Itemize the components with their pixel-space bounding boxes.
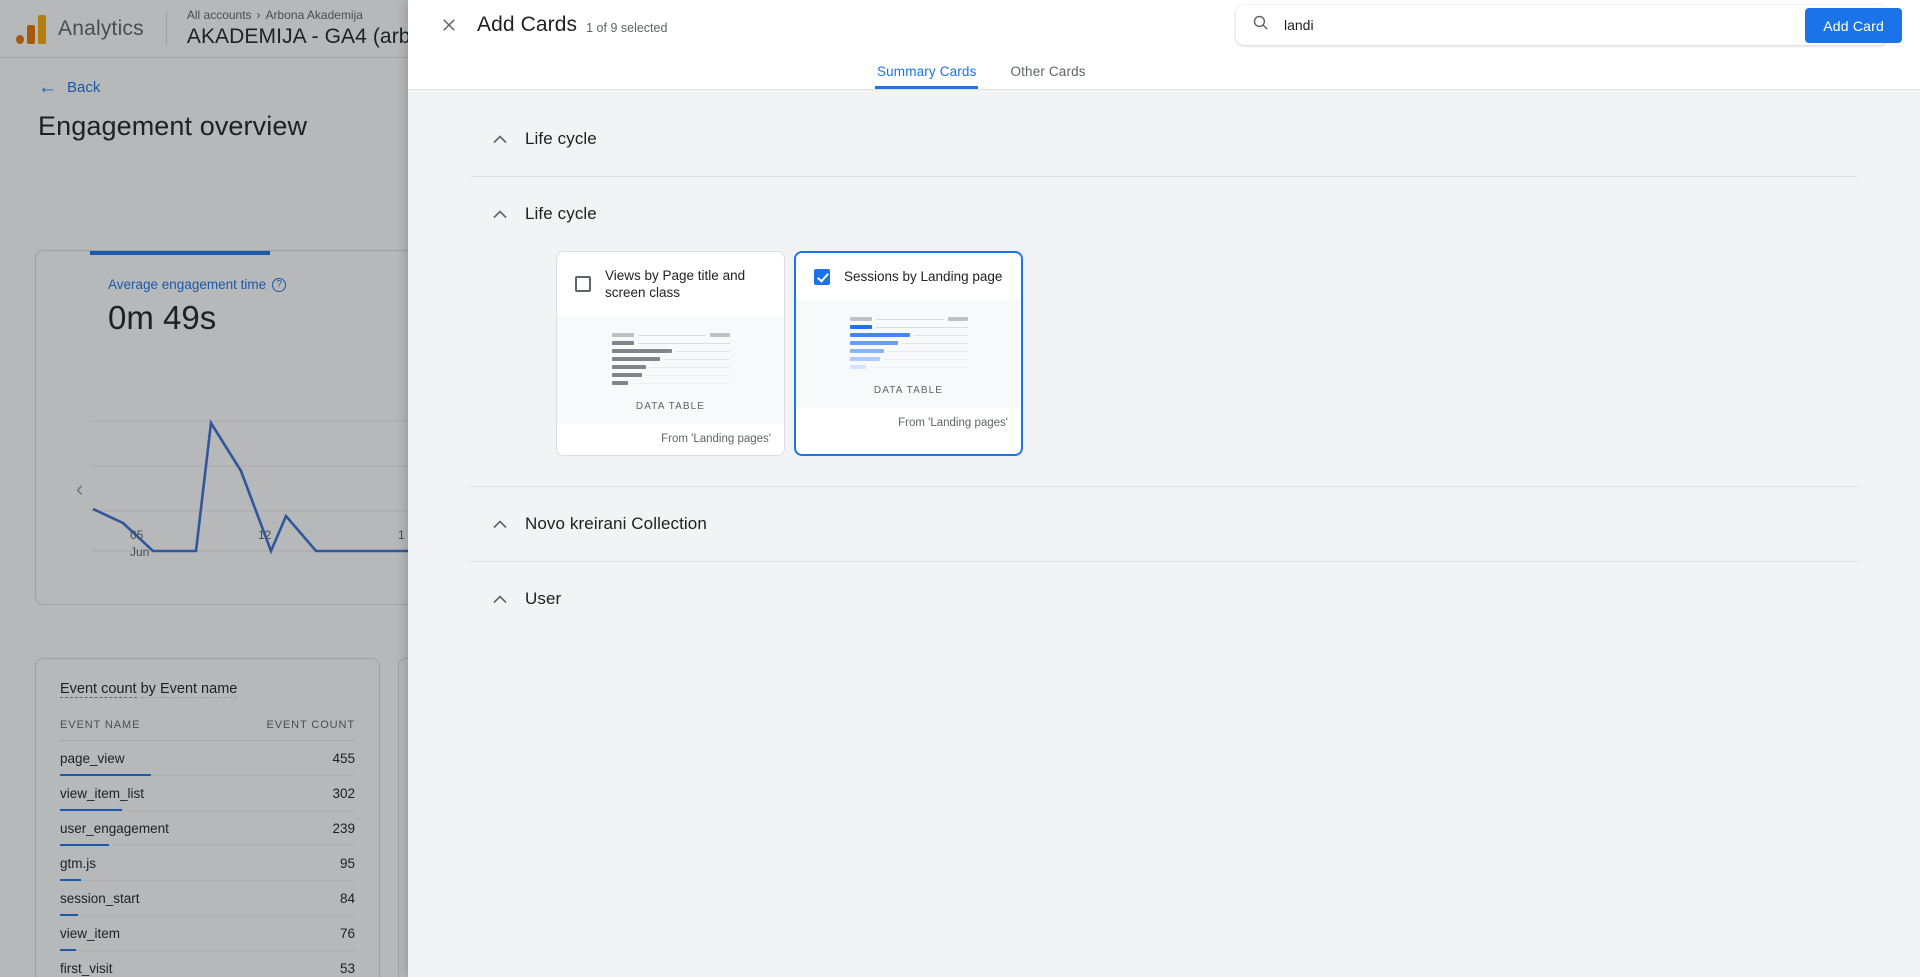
data-table-thumbnail-icon	[611, 333, 730, 385]
tab-other-cards[interactable]: Other Cards	[1010, 64, 1085, 89]
thumb-header-row	[849, 317, 968, 321]
thumb-data-row	[849, 341, 968, 345]
card-section: Novo kreirani Collection	[471, 487, 1857, 561]
thumb-data-row	[849, 349, 968, 353]
panel-body[interactable]: Life cycle Life cycle Views by Page title …	[408, 90, 1920, 977]
panel-header: Add Cards 1 of 9 selected Add Card	[408, 0, 1920, 50]
thumb-data-row	[611, 373, 730, 377]
card-source: From 'Landing pages'	[557, 424, 784, 455]
card-section: Life cycle Views by Page title and screen…	[471, 177, 1857, 486]
chevron-up-icon[interactable]	[493, 593, 507, 606]
thumb-data-row	[849, 357, 968, 361]
chevron-up-icon[interactable]	[493, 518, 507, 531]
section-header[interactable]: Life cycle	[471, 102, 1857, 176]
close-icon[interactable]	[432, 8, 466, 42]
section-header[interactable]: Life cycle	[471, 177, 1857, 251]
tab-summary-cards[interactable]: Summary Cards	[874, 64, 979, 89]
card-preview: DATA TABLE	[557, 315, 784, 424]
card-preview: DATA TABLE	[796, 299, 1021, 408]
card-section: User	[471, 562, 1857, 636]
add-cards-panel: Add Cards 1 of 9 selected Add Card Summa	[408, 0, 1920, 977]
thumb-data-row	[611, 341, 730, 345]
section-header[interactable]: User	[471, 562, 1857, 636]
card-checkbox[interactable]	[814, 268, 830, 285]
thumb-data-row	[611, 365, 730, 369]
thumb-data-row	[611, 381, 730, 385]
cards-row: Views by Page title and screen class DATA…	[471, 251, 1857, 486]
card-source: From 'Landing pages'	[796, 408, 1021, 439]
section-title: User	[525, 589, 562, 608]
card-header[interactable]: Views by Page title and screen class	[557, 252, 784, 315]
panel-tabs: Summary Cards Other Cards	[408, 50, 1920, 90]
summary-card-option[interactable]: Views by Page title and screen class DATA…	[556, 251, 785, 456]
panel-title: Add Cards	[477, 13, 578, 36]
section-header[interactable]: Novo kreirani Collection	[471, 487, 1857, 561]
summary-card-option[interactable]: Sessions by Landing page DATA TABLE From '…	[794, 251, 1023, 456]
chevron-up-icon[interactable]	[493, 133, 507, 146]
thumb-data-row	[849, 365, 968, 369]
thumb-data-row	[611, 349, 730, 353]
add-card-button[interactable]: Add Card	[1805, 8, 1902, 43]
thumb-data-row	[611, 357, 730, 361]
search-box[interactable]	[1236, 5, 1887, 45]
card-type-label: DATA TABLE	[635, 401, 706, 412]
search-input[interactable]	[1284, 17, 1842, 33]
sections-list: Life cycle Life cycle Views by Page title …	[408, 102, 1920, 636]
selection-count: 1 of 9 selected	[586, 20, 668, 35]
thumb-data-row	[849, 325, 968, 329]
card-title: Views by Page title and screen class	[605, 268, 746, 300]
data-table-thumbnail-icon	[849, 317, 968, 369]
chevron-up-icon[interactable]	[493, 208, 507, 221]
section-title: Life cycle	[525, 204, 597, 223]
thumb-header-row	[611, 333, 730, 337]
card-section: Life cycle	[471, 102, 1857, 176]
thumb-data-row	[849, 333, 968, 337]
section-title: Novo kreirani Collection	[525, 514, 707, 533]
search-icon	[1252, 14, 1269, 36]
card-header[interactable]: Sessions by Landing page	[796, 253, 1021, 299]
card-checkbox[interactable]	[575, 276, 591, 292]
card-title: Sessions by Landing page	[844, 269, 1003, 284]
section-title: Life cycle	[525, 129, 597, 148]
card-type-label: DATA TABLE	[873, 385, 944, 396]
